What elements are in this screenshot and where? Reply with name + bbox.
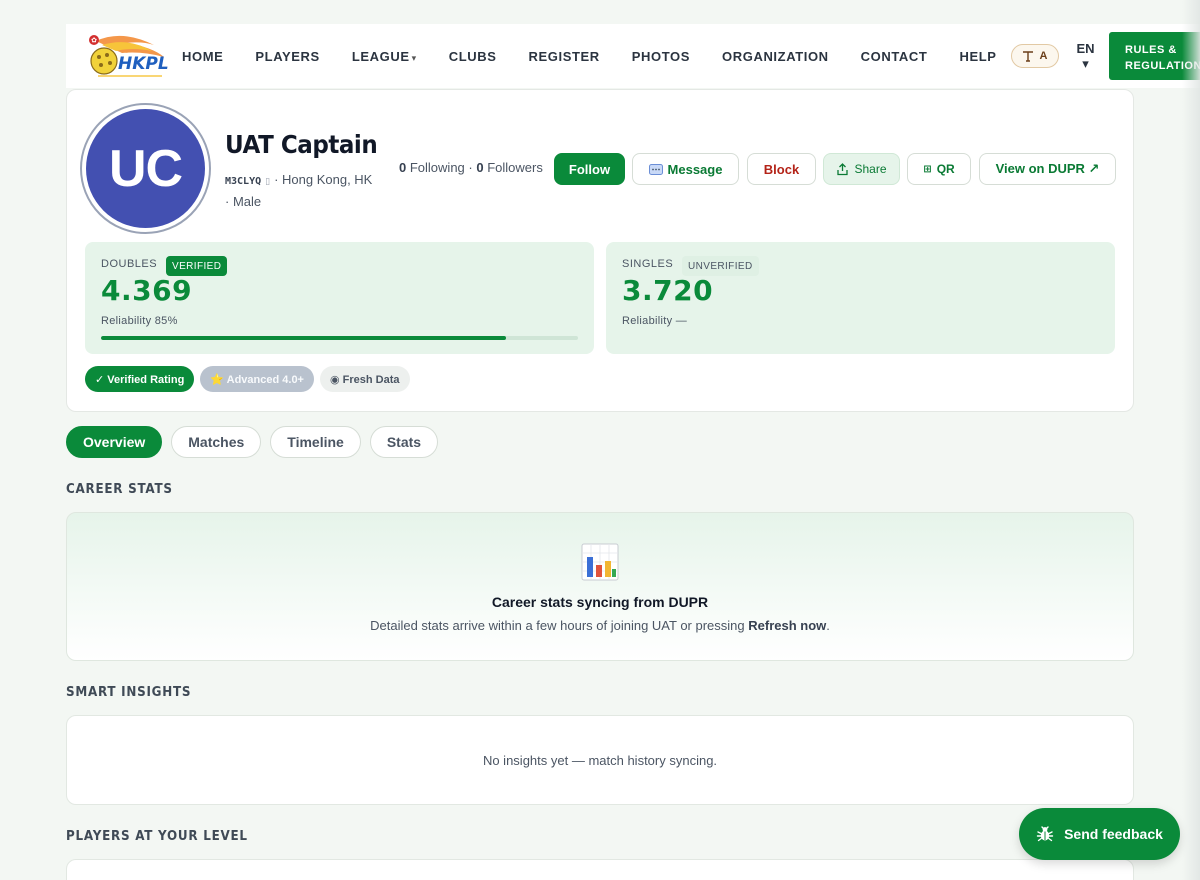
bug-icon: [1036, 826, 1054, 842]
share-icon: [837, 162, 849, 175]
profile-tabs: Overview Matches Timeline Stats: [66, 426, 439, 458]
hkpl-logo[interactable]: ✿ HKPL: [82, 31, 169, 81]
tab-stats[interactable]: Stats: [369, 426, 439, 458]
nav-league[interactable]: LEAGUE ▾: [352, 49, 417, 64]
doubles-reliability: Reliability 85%: [101, 315, 178, 327]
nav-players[interactable]: PLAYERS: [255, 49, 319, 64]
verified-rating-badge: ✓ Verified Rating: [85, 366, 195, 392]
badge-row: ✓ Verified Rating ⭐ Advanced 4.0+ ◉ Fres…: [85, 366, 410, 392]
doubles-rating-card: DOUBLES VERIFIED 4.369 Reliability 85%: [85, 242, 594, 354]
profile-card: UC UAT Captain M3CLYQ ▯ · Hong Kong, HK · …: [66, 89, 1134, 412]
fresh-data-badge: ◉ Fresh Data: [320, 366, 410, 392]
send-feedback-label: Send feedback: [1064, 826, 1163, 842]
message-icon: [648, 163, 663, 175]
tab-overview[interactable]: Overview: [66, 426, 163, 458]
followers-count: 0: [476, 160, 484, 175]
bar-chart-icon: [581, 543, 619, 581]
player-name: UAT Captain: [225, 130, 378, 159]
nav-clubs[interactable]: CLUBS: [449, 49, 497, 64]
players-at-level-title: PLAYERS AT YOUR LEVEL: [66, 829, 248, 844]
share-button[interactable]: Share: [823, 153, 900, 185]
player-meta: M3CLYQ ▯ · Hong Kong, HK · Male: [225, 170, 375, 212]
view-on-dupr-button[interactable]: View on DUPR ↗: [979, 153, 1116, 185]
advanced-level-badge: ⭐ Advanced 4.0+: [200, 366, 314, 392]
qr-button[interactable]: ⊞ QR: [907, 153, 971, 185]
insights-empty-message: No insights yet — match history syncing.: [482, 752, 718, 768]
message-label: Message: [667, 161, 723, 177]
doubles-rating-value: 4.369: [101, 274, 193, 307]
career-stats-card: Career stats syncing from DUPR Detailed …: [66, 512, 1134, 661]
career-sub-after: .: [826, 618, 830, 633]
logo-text: HKPL: [118, 54, 168, 74]
chevron-down-icon: ▾: [411, 52, 417, 63]
follow-button[interactable]: Follow: [554, 153, 625, 185]
singles-reliability: Reliability —: [622, 315, 688, 327]
top-nav: ✿ HKPL HOME PLAYERS LEAGUE ▾ CLUBS REGIST…: [66, 24, 1200, 88]
nav-help[interactable]: HELP: [959, 49, 996, 64]
doubles-label: DOUBLES: [101, 258, 158, 270]
reliability-bar: [101, 336, 578, 340]
nav-home[interactable]: HOME: [182, 49, 223, 64]
font-size-label: A: [1039, 50, 1048, 62]
avatar: UC: [86, 109, 205, 228]
singles-rating-value: 3.720: [622, 274, 714, 307]
reliability-bar-fill: [101, 336, 507, 340]
smart-insights-card: No insights yet — match history syncing.: [66, 715, 1134, 805]
rules-regulations-button[interactable]: RULES & REGULATIONS: [1109, 32, 1200, 80]
qr-label: QR: [936, 162, 955, 176]
verified-badge: VERIFIED: [166, 256, 228, 276]
singles-label: SINGLES: [622, 258, 674, 270]
career-stats-subtext: Detailed stats arrive within a few hours…: [67, 618, 1133, 633]
nav-register[interactable]: REGISTER: [529, 49, 600, 64]
nav-organization[interactable]: ORGANIZATION: [722, 49, 829, 64]
tab-timeline[interactable]: Timeline: [270, 426, 361, 458]
message-button[interactable]: Message: [632, 153, 739, 185]
page-edge-shade: [1182, 0, 1200, 880]
followers-label[interactable]: Followers: [487, 160, 543, 175]
nav-league-label: LEAGUE: [351, 48, 410, 64]
players-at-level-card: [66, 859, 1134, 880]
nav-photos[interactable]: PHOTOS: [632, 49, 690, 64]
copy-icon[interactable]: ▯: [265, 176, 270, 186]
language-label: EN: [1076, 41, 1095, 56]
svg-text:✿: ✿: [91, 37, 97, 45]
font-size-button[interactable]: A: [1010, 44, 1059, 68]
following-count: 0: [399, 160, 407, 175]
share-label: Share: [854, 162, 887, 176]
text-size-icon: [1022, 51, 1033, 62]
unverified-badge: UNVERIFIED: [682, 256, 759, 276]
nav-contact[interactable]: CONTACT: [861, 49, 928, 64]
qr-icon: ⊞: [923, 163, 932, 175]
avatar-ring: UC: [80, 103, 211, 234]
language-selector[interactable]: EN ▾: [1077, 41, 1095, 71]
singles-rating-card: SINGLES UNVERIFIED 3.720 Reliability —: [606, 242, 1115, 354]
career-stats-heading: Career stats syncing from DUPR: [491, 594, 709, 610]
career-stats-title: CAREER STATS: [66, 482, 173, 497]
following-label[interactable]: Following ·: [410, 160, 473, 175]
chevron-down-icon: ▾: [1082, 56, 1089, 71]
refresh-now-text: Refresh now: [748, 618, 827, 633]
smart-insights-title: SMART INSIGHTS: [66, 685, 192, 700]
career-sub-before: Detailed stats arrive within a few hours…: [370, 618, 749, 633]
follow-counts: 0 Following · 0 Followers: [399, 160, 543, 175]
tab-matches[interactable]: Matches: [171, 426, 262, 458]
send-feedback-button[interactable]: Send feedback: [1019, 808, 1180, 860]
block-button[interactable]: Block: [747, 153, 816, 185]
player-code: M3CLYQ: [225, 176, 262, 187]
